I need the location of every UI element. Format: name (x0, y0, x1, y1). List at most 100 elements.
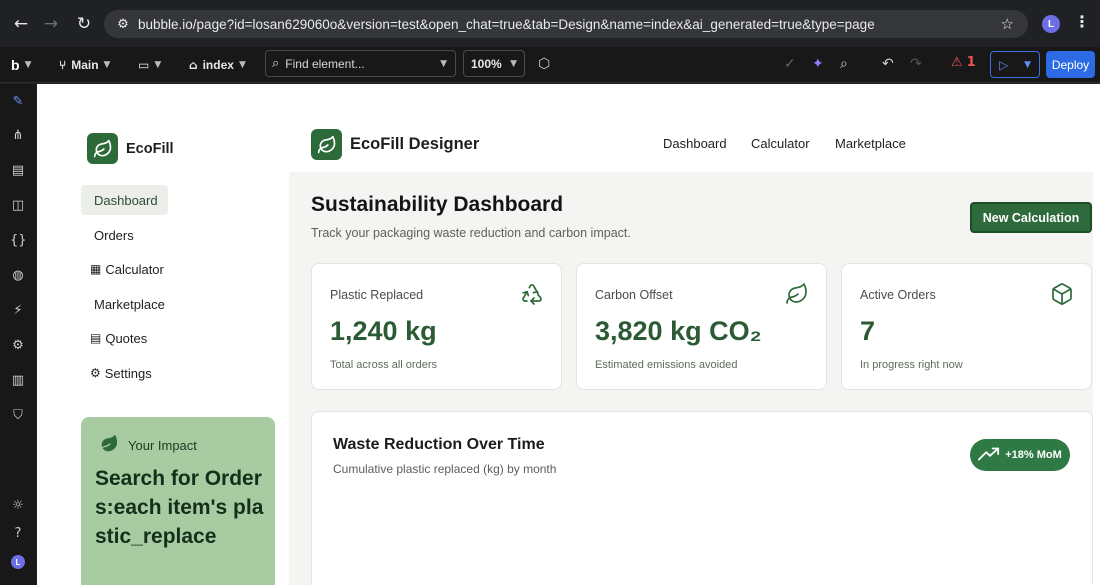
design-pencil-icon[interactable]: ✎ (10, 94, 26, 110)
chevron-down-icon: ▼ (154, 60, 162, 70)
monitor-icon: ▭ (138, 58, 150, 72)
nav-dashboard[interactable]: Dashboard (663, 136, 727, 151)
site-settings-icon[interactable]: ⚙ (108, 17, 138, 32)
code-braces-icon[interactable]: {} (10, 233, 27, 249)
database-icon[interactable]: ◫ (10, 198, 26, 214)
sidebar-item-quotes[interactable]: ▤ Quotes (81, 323, 147, 353)
stat-label: Plastic Replaced (330, 288, 424, 302)
app-page: EcoFill Dashboard Orders ▦ Calculator Ma… (71, 118, 1093, 585)
editor-rail: ✎ ⋔ ▤ ◫ {} ◍ ⚡ ⚙ ▥ ⛉ ☼ ? (0, 84, 36, 585)
settings-gear-icon[interactable]: ⚙ (10, 338, 26, 354)
sun-icon[interactable]: ☼ (10, 498, 26, 514)
bubble-menu[interactable]: b ▼ (11, 47, 31, 83)
sidebar-item-label: Marketplace (94, 296, 165, 312)
help-icon[interactable]: ? (10, 526, 26, 542)
impact-body-text: Search for Orders:each item's plastic_re… (95, 467, 264, 548)
zoom-selector[interactable]: 100% ▼ (463, 50, 525, 77)
user-avatar[interactable]: L (11, 555, 25, 569)
chart-title: Waste Reduction Over Time (333, 436, 545, 453)
forward-icon[interactable]: → (38, 11, 64, 37)
check-circle-icon[interactable]: ✓ (784, 56, 796, 72)
sidebar-item-calculator[interactable]: ▦ Calculator (81, 254, 164, 284)
header-brand[interactable]: EcoFill Designer (311, 129, 479, 160)
back-icon[interactable]: ← (8, 11, 34, 37)
device-selector[interactable]: ▭ ▼ (138, 47, 161, 83)
sidebar-brand[interactable]: EcoFill (87, 133, 174, 164)
analytics-icon[interactable]: ▥ (10, 373, 26, 389)
find-placeholder: Find element... (285, 56, 365, 71)
browser-toolbar: ← → ↻ ⚙ bubble.io/page?id=losan629060o&v… (0, 0, 1100, 47)
undo-icon[interactable]: ↶ (882, 56, 894, 72)
impact-heading: Your Impact (128, 438, 197, 453)
trend-badge-label: +18% MoM (1005, 449, 1062, 461)
browser-menu-icon[interactable]: ⋮ (1074, 12, 1090, 31)
magic-wand-icon[interactable]: ✦ (812, 56, 824, 72)
sidebar-item-settings[interactable]: ⚙ Settings (81, 358, 152, 388)
trending-up-icon (978, 447, 1000, 464)
new-calculation-button[interactable]: New Calculation (970, 202, 1092, 233)
chart-subtitle: Cumulative plastic replaced (kg) by mont… (333, 462, 557, 476)
issues-indicator[interactable]: ⚠ 1 (951, 55, 976, 70)
stat-note: Estimated emissions avoided (595, 359, 738, 371)
chevron-down-icon: ▼ (238, 60, 246, 70)
find-element-input[interactable]: ⌕ Find element... ▼ (265, 50, 456, 77)
zoom-value: 100% (471, 56, 502, 71)
reload-icon[interactable]: ↻ (71, 11, 97, 37)
stat-note: Total across all orders (330, 359, 437, 371)
branch-selector[interactable]: ⑂ Main ▼ (59, 47, 110, 83)
cube-icon[interactable]: ⬡ (538, 56, 550, 72)
sidebar-item-label: Quotes (105, 330, 148, 346)
workflow-icon[interactable]: ⋔ (10, 128, 26, 144)
search-icon[interactable]: ⌕ (840, 56, 848, 72)
leaf-icon (99, 434, 119, 457)
leaf-logo-icon (311, 129, 342, 160)
sidebar-item-dashboard[interactable]: Dashboard (81, 185, 168, 215)
chevron-down-icon: ▼ (103, 60, 111, 70)
redo-icon[interactable]: ↷ (910, 56, 922, 72)
nav-calculator[interactable]: Calculator (751, 136, 810, 151)
stat-card-orders: Active Orders 7 In progress right now (841, 263, 1092, 390)
app-sidebar: EcoFill Dashboard Orders ▦ Calculator Ma… (71, 118, 289, 585)
address-bar[interactable]: ⚙ bubble.io/page?id=losan629060o&version… (104, 10, 1028, 38)
branch-icon: ⑂ (59, 58, 67, 72)
sidebar-item-label: Dashboard (94, 192, 158, 208)
chevron-down-icon: ▼ (1024, 59, 1032, 70)
warning-icon: ⚠ (951, 55, 963, 70)
bookmark-star-icon[interactable]: ☆ (1001, 15, 1014, 33)
nav-marketplace[interactable]: Marketplace (835, 136, 906, 151)
page-label: index (202, 58, 234, 72)
chevron-down-icon: ▼ (440, 58, 447, 69)
plugin-icon[interactable]: ⚡ (10, 303, 26, 319)
stat-value: 3,820 kg CO₂ (595, 316, 762, 346)
sidebar-item-label: Orders (94, 227, 134, 243)
url-text[interactable]: bubble.io/page?id=losan629060o&version=t… (138, 17, 875, 32)
branch-label: Main (71, 58, 99, 72)
page-selector[interactable]: ⌂ index ▼ (189, 47, 246, 83)
chevron-down-icon: ▼ (510, 58, 517, 69)
styles-icon[interactable]: ▤ (10, 163, 26, 179)
header-brand-name: EcoFill Designer (350, 135, 480, 153)
stat-label: Active Orders (860, 288, 936, 302)
stat-card-carbon: Carbon Offset 3,820 kg CO₂ Estimated emi… (576, 263, 827, 390)
shield-icon[interactable]: ⛉ (10, 408, 26, 424)
main-header: EcoFill Designer Dashboard Calculator Ma… (289, 118, 1093, 172)
sidebar-item-label: Settings (104, 365, 152, 381)
sidebar-item-label: Calculator (105, 261, 164, 277)
sidebar-item-marketplace[interactable]: Marketplace (81, 289, 165, 319)
globe-icon[interactable]: ◍ (10, 268, 26, 284)
calculator-icon: ▦ (90, 262, 102, 276)
deploy-button[interactable]: Deploy (1046, 51, 1095, 78)
sidebar-brand-name: EcoFill (126, 140, 174, 157)
issues-count: 1 (966, 55, 976, 70)
preview-button[interactable]: ▷ ▼ (990, 51, 1040, 78)
chevron-down-icon: ▼ (24, 60, 32, 70)
waste-chart-card: Waste Reduction Over Time Cumulative pla… (311, 411, 1093, 585)
impact-heading-row: Your Impact (99, 434, 197, 457)
trend-badge: +18% MoM (970, 439, 1070, 471)
sidebar-item-orders[interactable]: Orders (81, 220, 134, 250)
stat-value: 1,240 kg (330, 316, 437, 346)
search-icon: ⌕ (272, 56, 280, 71)
profile-avatar[interactable]: L (1042, 15, 1060, 33)
main-content: Sustainability Dashboard Track your pack… (289, 172, 1093, 585)
stat-note: In progress right now (860, 359, 963, 371)
